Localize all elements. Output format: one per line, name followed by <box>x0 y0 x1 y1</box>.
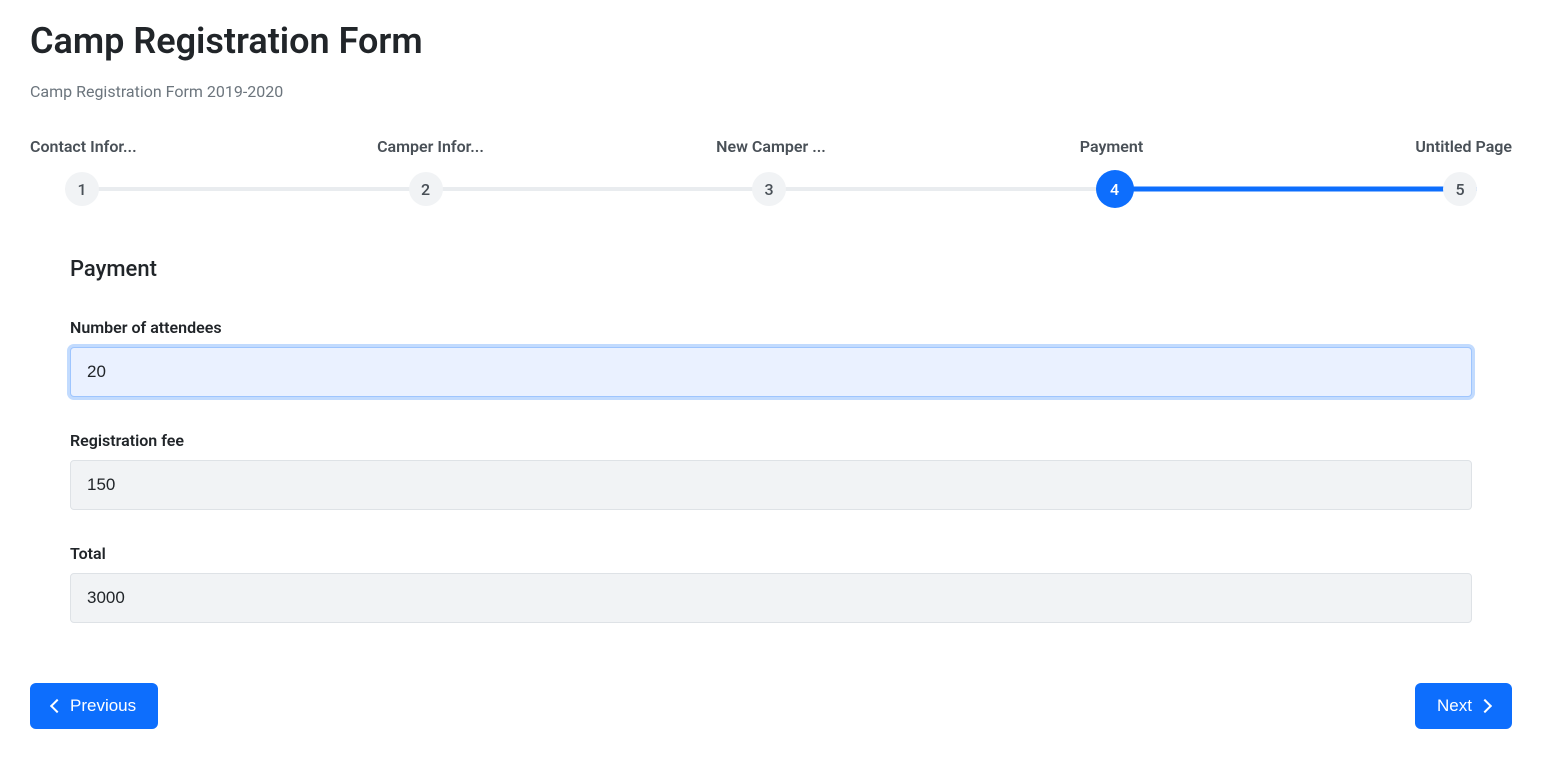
total-input <box>70 573 1472 623</box>
next-button[interactable]: Next <box>1415 683 1512 729</box>
step-label-2: Camper Infor... <box>371 137 491 156</box>
step-node-3[interactable]: 3 <box>752 172 786 206</box>
next-button-label: Next <box>1437 696 1472 716</box>
step-node-1[interactable]: 1 <box>65 172 99 206</box>
field-attendees: Number of attendees <box>70 318 1472 397</box>
step-node-4[interactable]: 4 <box>1096 170 1134 208</box>
fee-label: Registration fee <box>70 431 1472 450</box>
attendees-label: Number of attendees <box>70 318 1472 337</box>
step-label-1: Contact Infor... <box>30 137 150 156</box>
chevron-left-icon <box>50 699 64 713</box>
step-label-3: New Camper ... <box>711 137 831 156</box>
form-subtitle: Camp Registration Form 2019-2020 <box>30 82 1512 101</box>
previous-button-label: Previous <box>70 696 136 716</box>
section-title: Payment <box>70 257 1472 282</box>
previous-button[interactable]: Previous <box>30 683 158 729</box>
step-node-2[interactable]: 2 <box>409 172 443 206</box>
progress-stepper: Contact Infor... Camper Infor... New Cam… <box>30 137 1512 207</box>
total-label: Total <box>70 544 1472 563</box>
form-title: Camp Registration Form <box>30 20 1512 62</box>
chevron-right-icon <box>1478 699 1492 713</box>
step-label-5: Untitled Page <box>1392 137 1512 156</box>
field-total: Total <box>70 544 1472 623</box>
step-node-5[interactable]: 5 <box>1443 172 1477 206</box>
attendees-input[interactable] <box>70 347 1472 397</box>
field-fee: Registration fee <box>70 431 1472 510</box>
fee-input <box>70 460 1472 510</box>
step-label-4: Payment <box>1052 137 1172 156</box>
